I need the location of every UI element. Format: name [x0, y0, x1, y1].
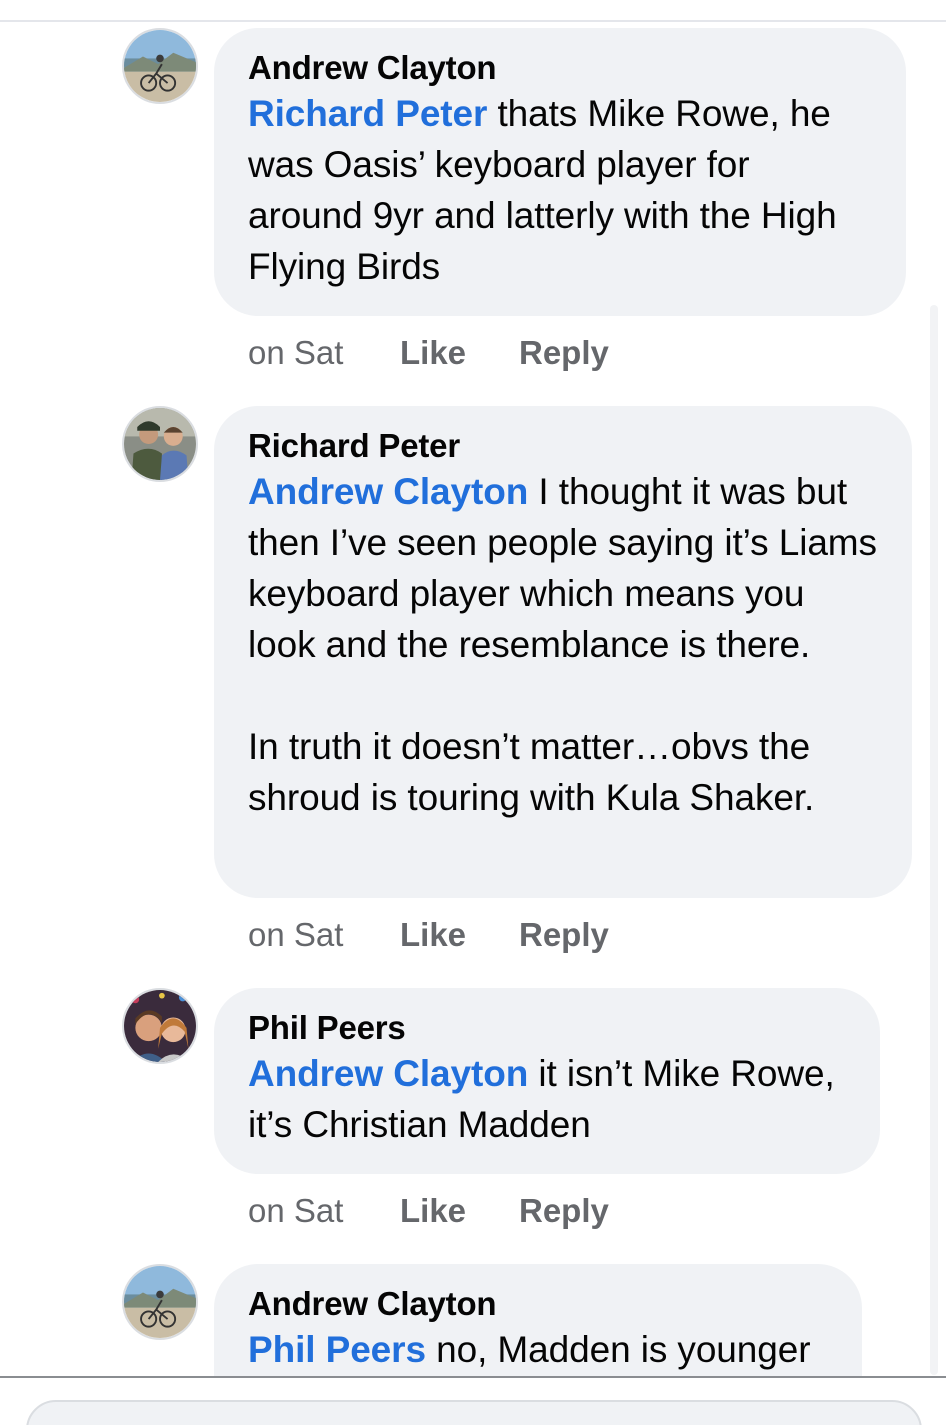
mention-link[interactable]: Phil Peers: [248, 1329, 426, 1370]
timestamp[interactable]: on Sat: [248, 334, 400, 372]
avatar[interactable]: [122, 406, 198, 482]
timestamp[interactable]: on Sat: [248, 1192, 400, 1230]
comment-bubble: Richard Peter Andrew Clayton I thought i…: [214, 406, 912, 898]
avatar[interactable]: [122, 988, 198, 1064]
reply-button[interactable]: Reply: [519, 1192, 609, 1230]
couple-photo-icon: [124, 990, 196, 1062]
top-divider: [0, 20, 946, 22]
like-button[interactable]: Like: [400, 1192, 519, 1230]
reply-button[interactable]: Reply: [519, 334, 609, 372]
comment-actions: on Sat Like Reply: [248, 916, 609, 954]
comment-bubble: Phil Peers Andrew Clayton it isn’t Mike …: [214, 988, 880, 1174]
mention-link[interactable]: Andrew Clayton: [248, 471, 528, 512]
timestamp[interactable]: on Sat: [248, 916, 400, 954]
comment-text: Andrew Clayton it isn’t Mike Rowe, it’s …: [248, 1048, 846, 1150]
avatar[interactable]: [122, 1264, 198, 1340]
comment-input[interactable]: [26, 1400, 922, 1425]
avatar[interactable]: [122, 28, 198, 104]
comment-body: I thought it was but then I’ve seen peop…: [248, 471, 877, 818]
mention-link[interactable]: Andrew Clayton: [248, 1053, 528, 1094]
comment-author[interactable]: Andrew Clayton: [248, 1284, 828, 1324]
mention-link[interactable]: Richard Peter: [248, 93, 487, 134]
like-button[interactable]: Like: [400, 916, 519, 954]
comment-author[interactable]: Phil Peers: [248, 1008, 846, 1048]
cyclist-photo-icon: [124, 1266, 196, 1338]
comment-author[interactable]: Andrew Clayton: [248, 48, 872, 88]
comment-actions: on Sat Like Reply: [248, 334, 609, 372]
comment-text: Phil Peers no, Madden is younger: [248, 1324, 828, 1375]
comment-body: no, Madden is younger: [425, 1329, 811, 1370]
comment-text: Richard Peter thats Mike Rowe, he was Oa…: [248, 88, 872, 292]
comment-bubble: Andrew Clayton Richard Peter thats Mike …: [214, 28, 906, 316]
two-people-photo-icon: [124, 408, 196, 480]
comment-author[interactable]: Richard Peter: [248, 426, 878, 466]
comment-actions: on Sat Like Reply: [248, 1192, 609, 1230]
reply-button[interactable]: Reply: [519, 916, 609, 954]
scrollbar[interactable]: [930, 305, 938, 1375]
comment-text: Andrew Clayton I thought it was but then…: [248, 466, 878, 823]
cyclist-photo-icon: [124, 30, 196, 102]
like-button[interactable]: Like: [400, 334, 519, 372]
